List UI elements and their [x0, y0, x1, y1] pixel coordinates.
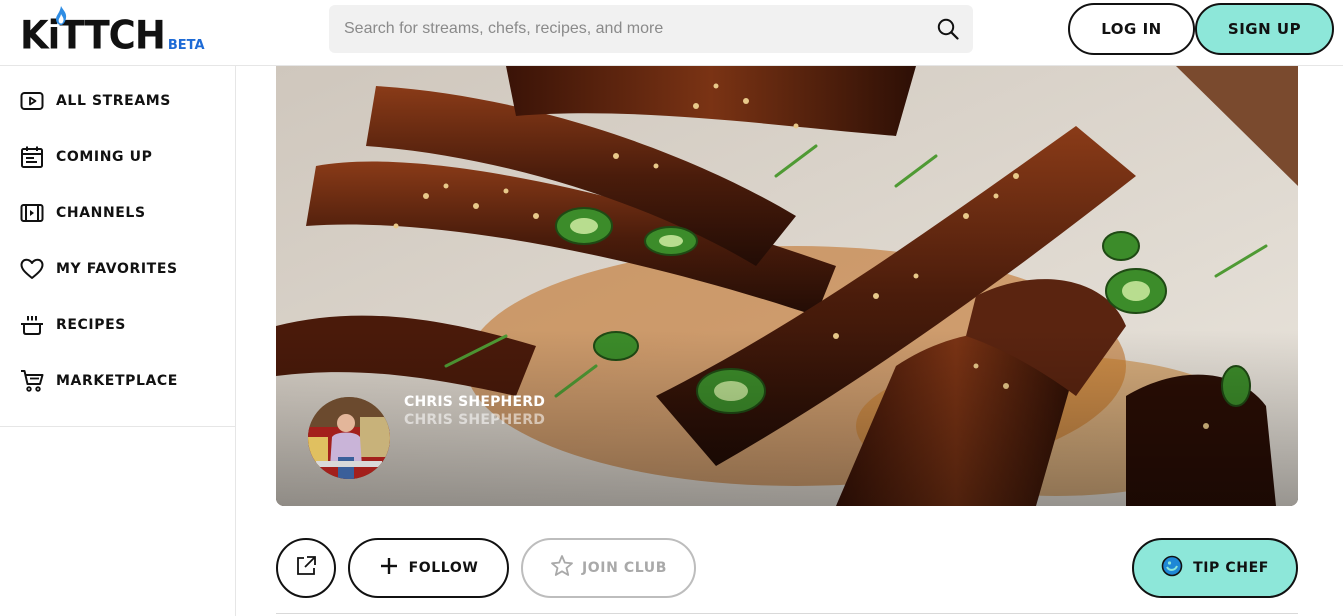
signup-button[interactable]: SIGN UP [1195, 3, 1334, 55]
hero-shade [276, 66, 1298, 506]
join-club-button[interactable]: JOIN CLUB [521, 538, 696, 598]
sidebar-item-my-favorites[interactable]: MY FAVORITES [0, 249, 235, 289]
star-icon [550, 554, 574, 582]
beta-badge: BETA [167, 38, 205, 53]
calendar-icon [20, 145, 44, 169]
sidebar-item-label: MY FAVORITES [56, 261, 178, 277]
sidebar: ALL STREAMS COMING UP CHANNELS MY FAVORI… [0, 66, 236, 616]
sidebar-divider [0, 426, 235, 427]
tip-chef-label: TIP CHEF [1193, 560, 1269, 576]
search-input[interactable] [329, 5, 936, 53]
search-bar [329, 5, 973, 53]
coin-icon [1161, 555, 1183, 581]
search-icon[interactable] [936, 17, 960, 41]
sidebar-item-label: MARKETPLACE [56, 373, 178, 389]
sidebar-item-marketplace[interactable]: MARKETPLACE [0, 361, 235, 401]
sidebar-item-label: RECIPES [56, 317, 126, 333]
sidebar-item-recipes[interactable]: RECIPES [0, 305, 235, 345]
tip-chef-button[interactable]: TIP CHEF [1132, 538, 1298, 598]
sidebar-item-label: COMING UP [56, 149, 153, 165]
join-club-label: JOIN CLUB [581, 560, 668, 576]
cart-icon [20, 369, 44, 393]
heart-icon [20, 257, 44, 281]
sidebar-item-all-streams[interactable]: ALL STREAMS [0, 81, 235, 121]
pot-icon [20, 313, 44, 337]
plus-icon [379, 556, 399, 580]
share-icon [295, 555, 317, 581]
chef-name[interactable]: CHRIS SHEPHERD [404, 394, 545, 410]
section-divider [276, 613, 1298, 614]
kittch-logo[interactable]: KiTTCH BETA [20, 4, 205, 60]
login-button[interactable]: LOG IN [1068, 3, 1195, 55]
channels-icon [20, 201, 44, 225]
follow-label: FOLLOW [408, 560, 479, 576]
sidebar-item-label: ALL STREAMS [56, 93, 171, 109]
share-button[interactable] [276, 538, 336, 598]
top-header: KiTTCH BETA LOG IN SIGN UP [0, 0, 1343, 66]
logo-text: KiTTCH [20, 12, 166, 58]
stream-hero[interactable]: CHRIS SHEPHERD CHRIS SHEPHERD [276, 66, 1298, 506]
sidebar-item-channels[interactable]: CHANNELS [0, 193, 235, 233]
follow-button[interactable]: FOLLOW [348, 538, 509, 598]
sidebar-item-label: CHANNELS [56, 205, 146, 221]
sidebar-item-coming-up[interactable]: COMING UP [0, 137, 235, 177]
chef-avatar[interactable] [308, 397, 390, 479]
flame-icon [56, 6, 67, 25]
play-icon [20, 89, 44, 113]
chef-handle: CHRIS SHEPHERD [404, 412, 546, 428]
